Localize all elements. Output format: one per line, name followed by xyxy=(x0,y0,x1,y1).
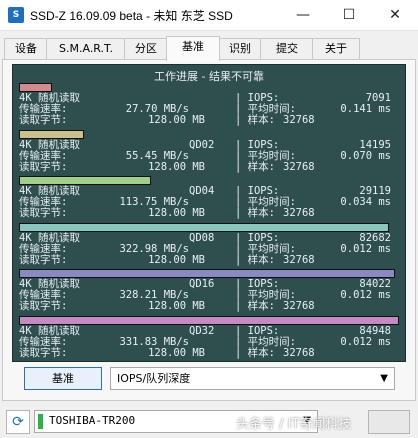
latency-value: 0.034 ms xyxy=(340,196,391,208)
chevron-down-icon: ▼ xyxy=(380,373,388,384)
latency-value: 0.012 ms xyxy=(340,242,391,255)
size-value: 128.00 MB xyxy=(148,346,205,359)
rate-value: 322.98 MB/s xyxy=(119,242,189,255)
iops-value: 82682 xyxy=(359,231,391,244)
samples-value: 32768 xyxy=(283,114,315,126)
samples-value: 32768 xyxy=(283,207,315,219)
result-qd: QD08 xyxy=(189,231,215,244)
latency-value: 0.012 ms xyxy=(340,289,391,301)
result-qd: QD02 xyxy=(189,138,215,151)
title-bar: S SSD-Z 16.09.09 beta - 未知 东芝 SSD — ☐ ✕ xyxy=(0,0,418,31)
result-qd: QD32 xyxy=(189,324,215,337)
tab-bar: 设备 S.M.A.R.T. 分区 基准 识别 提交 关于 xyxy=(0,36,418,61)
menu-button[interactable] xyxy=(368,410,410,434)
latency-value: 0.070 ms xyxy=(340,149,391,162)
iops-label: | IOPS: xyxy=(235,231,280,244)
run-benchmark-button[interactable]: 基准 xyxy=(24,367,102,390)
drive-indicator xyxy=(38,414,43,429)
result-qd: QD04 xyxy=(189,185,215,197)
tab-benchmark[interactable]: 基准 xyxy=(166,36,220,61)
samples-label: | 样本: xyxy=(235,207,275,219)
result-block: 4K 随机读取 | IOPS: 7091 传输速率: 27.70 MB/s | 平均时间:… xyxy=(13,83,405,129)
maximize-button[interactable]: ☐ xyxy=(326,0,372,30)
result-block: 4K 随机读取 QD16 | IOPS: 84022 传输速率: 328.21 MB/s |… xyxy=(13,269,405,315)
watermark: 头条号 / IT奇闻科技 xyxy=(236,417,352,432)
samples-value: 32768 xyxy=(283,160,315,173)
status-bar: ⟳ TOSHIBA-TR200 ▼ xyxy=(0,404,418,438)
tab-partition[interactable]: 分区 xyxy=(124,38,168,59)
size-label: 读取字节: xyxy=(19,253,68,266)
size-value: 128.00 MB xyxy=(148,207,205,219)
result-qd: QD16 xyxy=(189,278,215,290)
samples-label: | 样本: xyxy=(235,160,275,173)
result-label: 4K 随机读取 xyxy=(19,324,80,337)
latency-value: 0.141 ms xyxy=(340,103,391,115)
size-value: 128.00 MB xyxy=(148,300,205,312)
rate-label: 传输速率: xyxy=(19,335,68,348)
iops-value: 14195 xyxy=(359,138,391,151)
close-button[interactable]: ✕ xyxy=(372,0,418,30)
iops-value: 84948 xyxy=(359,324,391,337)
latency-value: 0.012 ms xyxy=(340,335,391,348)
size-value: 128.00 MB xyxy=(148,253,205,266)
samples-value: 32768 xyxy=(283,346,315,359)
window-title: SSD-Z 16.09.09 beta - 未知 东芝 SSD xyxy=(30,9,233,23)
size-label: 读取字节: xyxy=(19,207,68,219)
latency-label: | 平均时间: xyxy=(235,335,296,348)
tab-smart[interactable]: S.M.A.R.T. xyxy=(46,38,126,59)
samples-label: | 样本: xyxy=(235,300,275,312)
samples-label: | 样本: xyxy=(235,253,275,266)
size-label: 读取字节: xyxy=(19,160,68,173)
rate-label: 传输速率: xyxy=(19,242,68,255)
latency-label: | 平均时间: xyxy=(235,242,296,255)
tab-submit[interactable]: 提交 xyxy=(260,38,314,59)
result-label: 4K 随机读取 xyxy=(19,138,80,151)
samples-label: | 样本: xyxy=(235,114,275,126)
refresh-icon: ⟳ xyxy=(12,414,24,430)
size-label: 读取字节: xyxy=(19,300,68,312)
iops-label: | IOPS: xyxy=(235,138,280,151)
benchmark-mode-select[interactable]: IOPS/队列深度 ▼ xyxy=(110,367,395,390)
rate-label: 传输速率: xyxy=(19,149,68,162)
tab-about[interactable]: 关于 xyxy=(312,38,360,59)
size-value: 128.00 MB xyxy=(148,114,205,126)
size-label: 读取字节: xyxy=(19,114,68,126)
drive-name: TOSHIBA-TR200 xyxy=(49,414,136,427)
result-label: 4K 随机读取 xyxy=(19,231,80,244)
result-bar xyxy=(19,83,52,92)
result-block: 4K 随机读取 QD32 | IOPS: 84948 传输速率: 331.83 MB/s |… xyxy=(13,315,405,362)
iops-label: | IOPS: xyxy=(235,324,280,337)
result-block: 4K 随机读取 QD08 | IOPS: 82682 传输速率: 322.98 MB/s |… xyxy=(13,222,405,269)
latency-label: | 平均时间: xyxy=(235,149,296,162)
result-block: 4K 随机读取 QD02 | IOPS: 14195 传输速率: 55.45 MB/s | … xyxy=(13,129,405,176)
rate-value: 55.45 MB/s xyxy=(125,149,189,162)
result-bar xyxy=(19,222,389,232)
tab-identify[interactable]: 识别 xyxy=(218,38,262,59)
result-bar xyxy=(19,176,151,185)
rate-value: 331.83 MB/s xyxy=(119,335,189,348)
result-bar xyxy=(19,269,395,278)
benchmark-mode-value: IOPS/队列深度 xyxy=(117,372,191,385)
result-bar xyxy=(19,129,84,139)
samples-value: 32768 xyxy=(283,300,315,312)
size-value: 128.00 MB xyxy=(148,160,205,173)
size-label: 读取字节: xyxy=(19,346,68,359)
app-icon: S xyxy=(8,7,24,23)
refresh-button[interactable]: ⟳ xyxy=(6,410,30,434)
minimize-button[interactable]: — xyxy=(280,0,326,30)
result-block: 4K 随机读取 QD04 | IOPS: 29119 传输速率: 113.75 MB/s |… xyxy=(13,176,405,222)
progress-display: 工作进展 - 结果不可靠 4K 随机读取 | IOPS: 7091 传输速率: 27.7… xyxy=(12,64,406,362)
samples-value: 32768 xyxy=(283,253,315,266)
tab-device[interactable]: 设备 xyxy=(4,38,48,59)
samples-label: | 样本: xyxy=(235,346,275,359)
progress-title: 工作进展 - 结果不可靠 xyxy=(154,70,264,83)
result-bar xyxy=(19,315,399,325)
